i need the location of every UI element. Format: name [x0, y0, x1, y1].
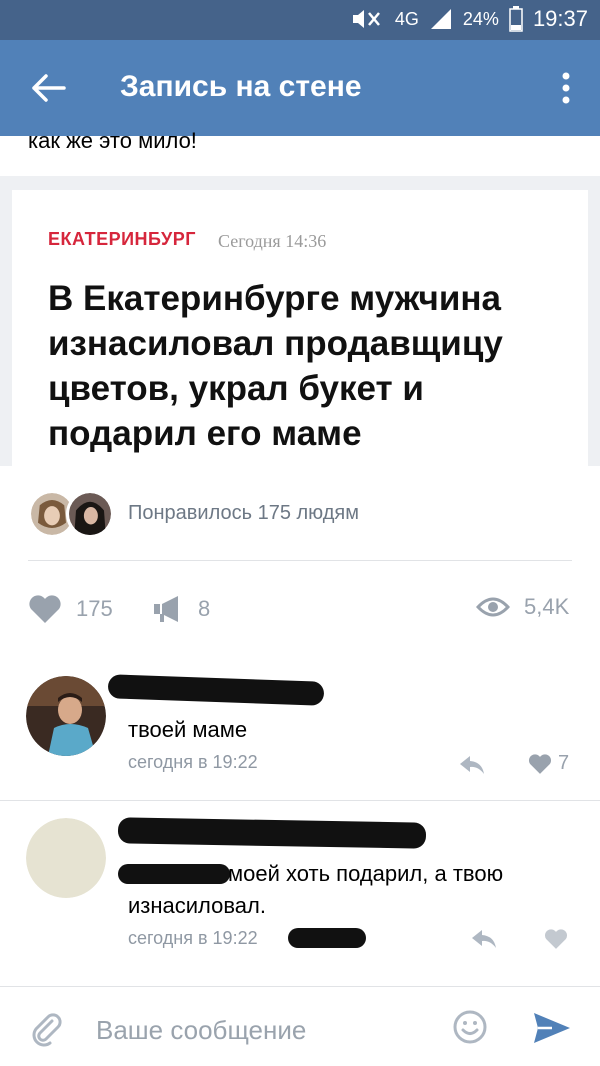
commenter-avatar[interactable]: [26, 818, 106, 898]
commenter-avatar[interactable]: [26, 676, 106, 756]
send-icon[interactable]: [532, 1011, 572, 1045]
liker-avatar: [66, 490, 114, 538]
share-count: 8: [198, 596, 211, 621]
like-button[interactable]: 175: [28, 594, 113, 624]
clock: 19:37: [532, 6, 588, 31]
comment-like-count: 7: [558, 752, 570, 774]
attach-icon[interactable]: [28, 1011, 64, 1047]
more-options-icon[interactable]: [560, 70, 572, 106]
status-bar: 4G 24% 19:37: [0, 0, 600, 40]
like-count: 175: [76, 596, 113, 621]
share-button[interactable]: 8: [152, 594, 210, 624]
eye-icon: [476, 597, 510, 617]
post-text: как же это мило!: [28, 128, 197, 153]
message-input[interactable]: Ваше сообщение: [96, 1015, 306, 1046]
comment-like-button[interactable]: 7: [528, 752, 569, 775]
news-city: ЕКАТЕРИНБУРГ: [48, 229, 196, 249]
news-time: Сегодня 14:36: [218, 231, 327, 251]
likes-summary[interactable]: Понравилось 175 людям: [28, 490, 588, 540]
mute-icon: [352, 10, 380, 28]
emoji-icon[interactable]: [452, 1009, 488, 1045]
likes-count-text: Понравилось 175 людям: [128, 502, 359, 524]
megaphone-icon: [154, 596, 178, 622]
heart-icon: [528, 753, 552, 774]
reply-icon[interactable]: [470, 928, 498, 950]
commenter-name-redacted: [117, 817, 427, 849]
network-type: 4G: [394, 8, 419, 29]
views: 5,4K: [476, 594, 569, 620]
battery-icon: [509, 6, 523, 32]
reply-icon[interactable]: [458, 754, 486, 776]
heart-icon: [544, 929, 568, 949]
comment-time: сегодня в 19:22: [128, 928, 258, 948]
message-input-bar: Ваше сообщение: [0, 986, 600, 1066]
signal-icon: [430, 9, 451, 29]
heart-icon: [29, 595, 61, 623]
app-bar: Запись на стене: [0, 40, 600, 136]
comment-item: твоей маме сегодня в 19:22 7: [0, 660, 600, 800]
news-headline: В Екатеринбурге мужчина изнасиловал прод…: [48, 279, 503, 453]
comment-time: сегодня в 19:22: [128, 752, 258, 772]
battery-percent: 24%: [462, 8, 499, 29]
comment-item: моей хоть подарил, а твою изнасиловал. с…: [0, 800, 600, 970]
divider: [28, 560, 572, 561]
page-title: Запись на стене: [120, 70, 362, 103]
commenter-name-redacted: [107, 674, 325, 706]
post-actions: 175 8 5,4K: [28, 590, 588, 630]
comment-like-button[interactable]: [544, 928, 574, 950]
back-arrow-icon[interactable]: [28, 70, 68, 106]
comment-text: моей хоть подарил, а твою изнасиловал.: [128, 861, 504, 918]
comment-text: твоей маме: [128, 717, 248, 742]
view-count: 5,4K: [524, 594, 570, 619]
comment-time-redacted: [288, 928, 366, 948]
